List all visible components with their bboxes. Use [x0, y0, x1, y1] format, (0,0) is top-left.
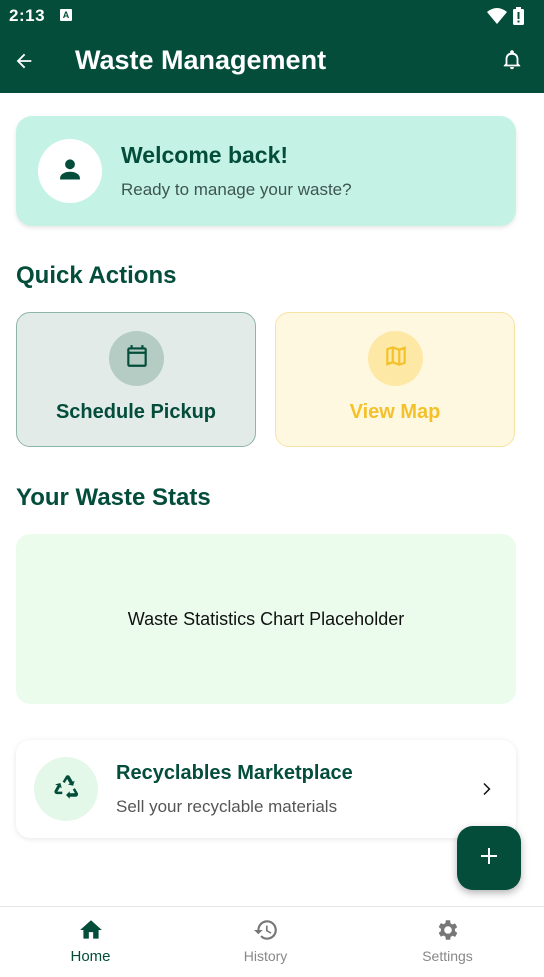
home-icon — [78, 917, 104, 948]
waste-stats-heading: Your Waste Stats — [16, 484, 211, 511]
recyclables-marketplace-card[interactable]: Recyclables Marketplace Sell your recycl… — [16, 740, 516, 838]
add-fab-button[interactable] — [457, 826, 521, 890]
stats-placeholder-text: Waste Statistics Chart Placeholder — [127, 608, 405, 629]
nav-item-settings[interactable]: Settings — [357, 907, 538, 977]
page-title: Waste Management — [75, 45, 327, 75]
marketplace-icon-circle — [34, 757, 98, 821]
plus-icon — [477, 844, 501, 873]
schedule-icon-circle — [109, 331, 164, 386]
view-map-label: View Map — [349, 401, 441, 423]
arrow-left-icon — [13, 50, 35, 77]
marketplace-subtitle: Sell your recyclable materials — [116, 797, 338, 816]
battery-icon — [513, 7, 524, 30]
notifications-button[interactable] — [498, 48, 526, 76]
nav-item-history[interactable]: History — [175, 907, 356, 977]
stats-chart-placeholder: Waste Statistics Chart Placeholder — [16, 534, 516, 704]
person-icon — [56, 155, 84, 188]
chevron-right-icon — [474, 777, 498, 801]
welcome-card: Welcome back! Ready to manage your waste… — [16, 116, 516, 226]
nav-label-settings: Settings — [422, 948, 473, 964]
view-map-button[interactable]: View Map — [275, 312, 515, 447]
history-icon — [253, 917, 279, 948]
app-bar: Waste Management — [0, 32, 544, 93]
quick-actions-heading: Quick Actions — [16, 262, 177, 289]
schedule-pickup-button[interactable]: Schedule Pickup — [16, 312, 256, 447]
status-bar: 2:13 A — [0, 0, 544, 32]
bottom-navigation: Home History Settings — [0, 906, 544, 977]
back-button[interactable] — [10, 49, 38, 77]
nav-label-history: History — [243, 948, 288, 964]
marketplace-title: Recyclables Marketplace — [116, 762, 353, 784]
calendar-icon — [124, 343, 150, 374]
bell-icon — [501, 49, 523, 76]
avatar — [38, 139, 102, 203]
map-icon-circle — [368, 331, 423, 386]
welcome-title: Welcome back! — [121, 142, 289, 168]
map-icon — [383, 343, 409, 374]
notification-a-icon: A — [60, 9, 72, 21]
nav-item-home[interactable]: Home — [0, 907, 181, 977]
wifi-icon — [487, 7, 507, 30]
status-time: 2:13 — [9, 6, 46, 25]
schedule-pickup-label: Schedule Pickup — [55, 401, 217, 423]
recycle-icon — [51, 772, 81, 807]
nav-label-home: Home — [70, 948, 111, 965]
gear-icon — [435, 917, 461, 948]
welcome-subtitle: Ready to manage your waste? — [121, 180, 352, 199]
